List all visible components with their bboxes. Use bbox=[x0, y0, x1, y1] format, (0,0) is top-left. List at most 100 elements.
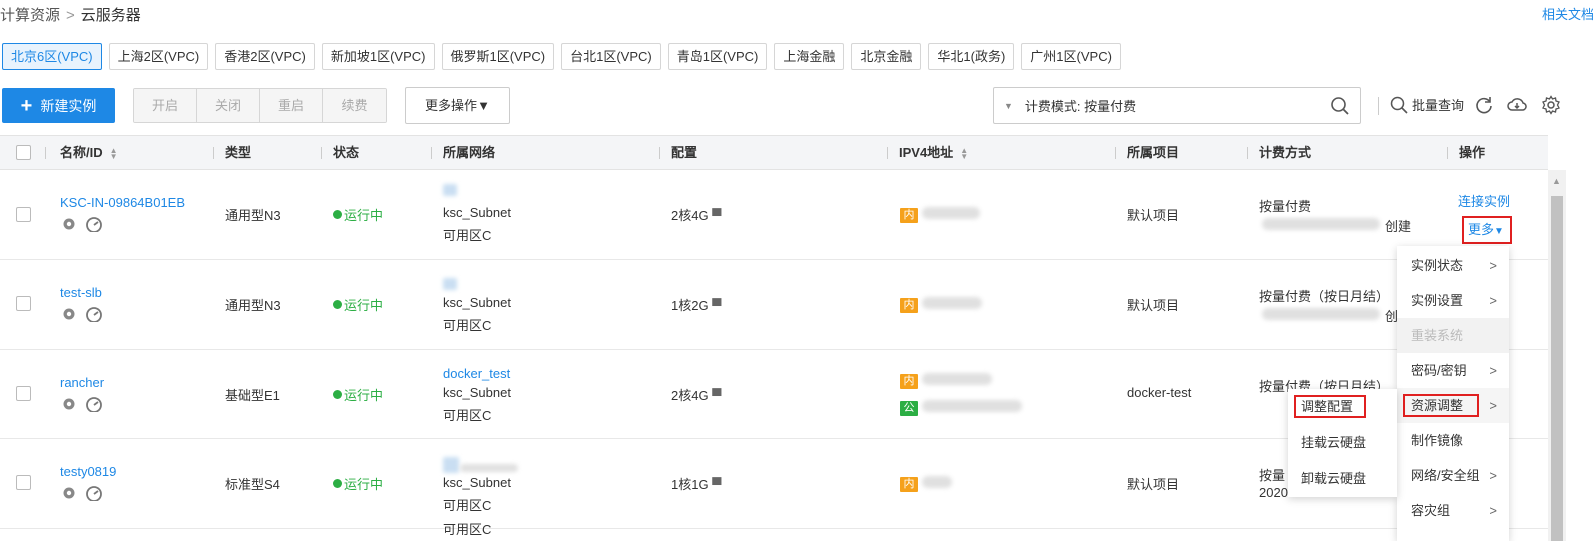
region-tab[interactable]: 上海2区(VPC) bbox=[108, 43, 209, 70]
region-tab[interactable]: 华北1(政务) bbox=[928, 43, 1015, 70]
search-input[interactable]: ▼ 计费模式: 按量付费 bbox=[993, 87, 1361, 124]
vpc-link[interactable]: docker_test bbox=[443, 366, 510, 381]
region-tabs: 北京6区(VPC) 上海2区(VPC) 香港2区(VPC) 新加坡1区(VPC)… bbox=[2, 43, 1128, 70]
settings-icon[interactable] bbox=[61, 485, 77, 501]
instance-name-link[interactable]: test-slb bbox=[60, 285, 102, 300]
region-tab[interactable]: 北京6区(VPC) bbox=[2, 43, 102, 70]
restart-button[interactable]: 重启 bbox=[260, 89, 323, 122]
menu-item-instance-settings[interactable]: 实例设置 > bbox=[1397, 283, 1509, 318]
table-row: test-slb 通用型N3 运行中 ksc_Subnet 可用区C 1核2G … bbox=[0, 260, 1548, 350]
table-row: KSC-IN-09864B01EB 通用型N3 运行中 ksc_Subnet 可… bbox=[0, 170, 1548, 260]
column-divider bbox=[1447, 147, 1448, 159]
column-header-ipv4[interactable]: IPV4地址 ▲ ▼ bbox=[899, 136, 968, 169]
monitor-gauge-icon[interactable] bbox=[85, 216, 103, 232]
menu-item-disaster-recovery-group[interactable]: 容灾组 > bbox=[1397, 493, 1509, 528]
row-checkbox[interactable] bbox=[16, 386, 31, 401]
internal-ip-tag: 内 bbox=[900, 298, 918, 313]
region-tab[interactable]: 台北1区(VPC) bbox=[561, 43, 661, 70]
status-dot-icon bbox=[333, 479, 342, 488]
redacted-ip bbox=[922, 373, 992, 385]
cloud-download-icon[interactable] bbox=[1507, 95, 1527, 115]
column-header-type: 类型 bbox=[225, 145, 252, 160]
region-tab[interactable]: 北京金融 bbox=[851, 43, 922, 70]
select-all-checkbox[interactable] bbox=[16, 145, 31, 160]
sort-icon[interactable]: ▲ ▼ bbox=[110, 146, 118, 160]
toolbar: + 新建实例 开启 关闭 重启 续费 更多操作▼ ▼ 计费模式: 按量付费 批量… bbox=[0, 87, 1594, 124]
connect-instance-link[interactable]: 连接实例 bbox=[1458, 191, 1510, 210]
plus-icon: + bbox=[20, 94, 33, 117]
settings-icon[interactable] bbox=[61, 306, 77, 322]
menu-item-create-image[interactable]: 制作镜像 bbox=[1397, 423, 1509, 458]
subnet-name: ksc_Subnet bbox=[443, 205, 511, 220]
ip-address-internal: 内 bbox=[900, 372, 918, 389]
column-header-name[interactable]: 名称/ID ▲ ▼ bbox=[60, 136, 118, 169]
region-tab[interactable]: 广州1区(VPC) bbox=[1021, 43, 1121, 70]
menu-item-password-key[interactable]: 密码/密钥 > bbox=[1397, 353, 1509, 388]
monitor-gauge-icon[interactable] bbox=[85, 485, 103, 501]
stop-button[interactable]: 关闭 bbox=[197, 89, 260, 122]
region-tab[interactable]: 新加坡1区(VPC) bbox=[321, 43, 435, 70]
table-row: 可用区C bbox=[0, 522, 1548, 541]
monitor-gauge-icon[interactable] bbox=[85, 306, 103, 322]
instance-name-link[interactable]: KSC-IN-09864B01EB bbox=[60, 195, 185, 210]
instance-name-link[interactable]: testy0819 bbox=[60, 464, 116, 479]
breadcrumb-parent[interactable]: 计算资源 bbox=[0, 7, 60, 24]
status-dot-icon bbox=[333, 300, 342, 309]
related-docs-link[interactable]: 相关文档 bbox=[1542, 4, 1594, 23]
table-header: 名称/ID ▲ ▼ 类型 状态 所属网络 配置 IPV4地址 ▲ ▼ 所属项目 计费方式… bbox=[0, 135, 1548, 170]
more-actions-button[interactable]: 更多▼ bbox=[1462, 216, 1512, 244]
internal-ip-tag: 内 bbox=[900, 208, 918, 223]
more-operations-button[interactable]: 更多操作▼ bbox=[405, 87, 510, 124]
column-divider bbox=[659, 147, 660, 159]
submenu-item-attach-disk[interactable]: 挂载云硬盘 bbox=[1288, 425, 1397, 460]
search-icon[interactable] bbox=[1330, 96, 1350, 116]
monitor-gauge-icon[interactable] bbox=[85, 396, 103, 412]
start-button[interactable]: 开启 bbox=[134, 89, 197, 122]
region-tab[interactable]: 上海金融 bbox=[774, 43, 845, 70]
scroll-thumb[interactable] bbox=[1551, 196, 1563, 541]
settings-icon[interactable] bbox=[61, 216, 77, 232]
create-instance-label: 新建实例 bbox=[40, 97, 97, 114]
column-divider bbox=[45, 147, 46, 159]
project-name: 默认项目 bbox=[1127, 477, 1180, 492]
status-dot-icon bbox=[333, 390, 342, 399]
menu-item-instance-status[interactable]: 实例状态 > bbox=[1397, 248, 1509, 283]
availability-zone: 可用区C bbox=[443, 498, 492, 513]
refresh-icon[interactable] bbox=[1474, 95, 1494, 115]
breadcrumb-separator: > bbox=[66, 7, 75, 24]
resource-adjust-submenu: 调整配置 挂载云硬盘 卸载云硬盘 bbox=[1288, 389, 1397, 497]
batch-query-button[interactable]: 批量查询 bbox=[1390, 95, 1464, 114]
subnet-name: ksc_Subnet bbox=[443, 475, 511, 490]
region-tab[interactable]: 香港2区(VPC) bbox=[215, 43, 315, 70]
row-checkbox[interactable] bbox=[16, 296, 31, 311]
column-header-billing: 计费方式 bbox=[1259, 145, 1312, 160]
sort-icon[interactable]: ▲ ▼ bbox=[960, 146, 968, 160]
renew-button[interactable]: 续费 bbox=[323, 89, 386, 122]
instance-type: 通用型N3 bbox=[225, 208, 281, 223]
column-divider bbox=[431, 147, 432, 159]
filter-dropdown-icon[interactable]: ▼ bbox=[1004, 101, 1013, 111]
row-checkbox[interactable] bbox=[16, 207, 31, 222]
instance-type: 通用型N3 bbox=[225, 298, 281, 313]
row-checkbox[interactable] bbox=[16, 475, 31, 490]
scroll-up-icon[interactable]: ▲ bbox=[1552, 176, 1561, 186]
billing-mode: 按量付费 bbox=[1259, 199, 1312, 214]
menu-item-resource-adjust[interactable]: 资源调整 > bbox=[1397, 388, 1509, 423]
submenu-item-detach-disk[interactable]: 卸载云硬盘 bbox=[1288, 461, 1397, 496]
availability-zone: 可用区C bbox=[443, 228, 492, 243]
submenu-item-adjust-config[interactable]: 调整配置 bbox=[1288, 389, 1397, 424]
table-scrollbar[interactable]: ▲ bbox=[1548, 170, 1566, 541]
column-divider bbox=[1115, 147, 1116, 159]
create-instance-button[interactable]: + 新建实例 bbox=[2, 88, 115, 123]
availability-zone: 可用区C bbox=[443, 522, 492, 537]
settings-icon[interactable] bbox=[61, 396, 77, 412]
region-tab[interactable]: 青岛1区(VPC) bbox=[667, 43, 768, 70]
status-badge: 运行中 bbox=[333, 474, 383, 493]
gear-icon[interactable] bbox=[1541, 95, 1561, 115]
column-divider bbox=[1247, 147, 1248, 159]
redacted-ip bbox=[922, 297, 982, 309]
instance-name-link[interactable]: rancher bbox=[60, 375, 104, 390]
chevron-right-icon: > bbox=[1489, 503, 1497, 518]
menu-item-network-security-group[interactable]: 网络/安全组 > bbox=[1397, 458, 1509, 493]
region-tab[interactable]: 俄罗斯1区(VPC) bbox=[441, 43, 555, 70]
